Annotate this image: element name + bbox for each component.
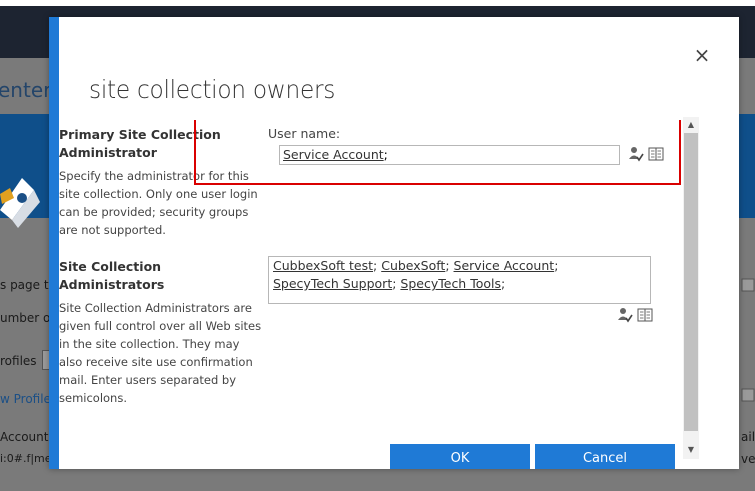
site-admins-input[interactable]: CubbexSoft test; CubexSoft; Service Acco… — [268, 256, 651, 304]
site-admins-title: Site Collection Administrators — [59, 259, 165, 292]
bg-right-icon — [741, 278, 755, 292]
scroll-down-icon[interactable]: ▼ — [683, 443, 699, 457]
bg-text-page-to: s page to — [0, 278, 56, 292]
close-icon[interactable]: × — [692, 43, 712, 67]
scrollbar-thumb[interactable] — [684, 133, 698, 431]
admin-entity-1[interactable]: CubexSoft — [381, 258, 445, 273]
highlight-box — [194, 120, 681, 185]
bg-right-icon-2 — [741, 388, 755, 402]
ok-button[interactable]: OK — [390, 444, 530, 469]
bg-text-right-ail: ail — [741, 430, 755, 444]
address-book-icon[interactable] — [637, 307, 653, 323]
bg-text-right-ve: ve — [741, 452, 755, 466]
admin-entity-2[interactable]: Service Account — [454, 258, 555, 273]
bg-text-account: Account — [0, 430, 49, 444]
admin-entity-0[interactable]: CubbexSoft test — [273, 258, 373, 273]
admin-entity-3[interactable]: SpecyTech Support — [273, 276, 392, 291]
site-admins-description: Site Collection Administrators are given… — [59, 301, 262, 405]
bg-text-number: umber o — [0, 311, 51, 325]
rocket-icon — [0, 178, 40, 228]
dialog-title: site collection owners — [89, 75, 336, 104]
check-names-icon[interactable] — [617, 307, 633, 323]
bg-center-title: enter — [0, 78, 52, 102]
site-collection-owners-dialog: × site collection owners Primary Site Co… — [49, 17, 739, 469]
bg-text-profiles: rofiles — [0, 354, 37, 368]
cancel-button[interactable]: Cancel — [535, 444, 675, 469]
scroll-up-icon[interactable]: ▲ — [683, 118, 699, 132]
bg-text-claims: i:0#.f|me — [0, 452, 52, 465]
dialog-content: Primary Site Collection Administrator Sp… — [49, 120, 689, 469]
bg-link-view-profile: w Profile — [0, 392, 51, 406]
admin-entity-4[interactable]: SpecyTech Tools — [400, 276, 501, 291]
